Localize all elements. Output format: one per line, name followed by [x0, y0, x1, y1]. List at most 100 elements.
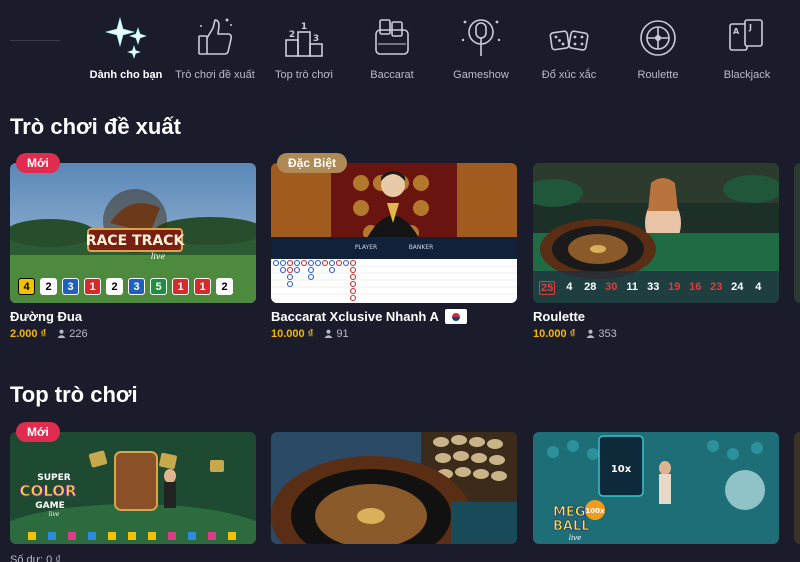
result-number: 24	[731, 281, 744, 293]
svg-text:100x: 100x	[585, 507, 605, 515]
game-thumbnail[interactable]: SUPER COLOR GAME live	[10, 432, 256, 544]
svg-text:live: live	[151, 252, 166, 261]
result-chip: 2	[106, 278, 123, 295]
category-baccarat[interactable]: Baccarat	[350, 12, 434, 82]
category-label: Top trò chơi	[275, 69, 333, 81]
svg-text:BALL: BALL	[553, 519, 590, 534]
result-chip: 1	[84, 278, 101, 295]
svg-text:BANKER: BANKER	[409, 244, 434, 251]
result-chip: 4	[18, 278, 35, 295]
category-label: Trò chơi đề xuất	[175, 69, 255, 81]
game-meta: 10.000 ₫ 91	[271, 328, 349, 340]
podium-icon: 12 3	[285, 22, 323, 57]
category-blackjack[interactable]: AJ Blackjack	[705, 12, 789, 82]
result-chip: 3	[128, 278, 145, 295]
category-label: Roulette	[637, 69, 679, 81]
roulette-wheel-icon	[640, 20, 676, 56]
svg-text:live: live	[569, 534, 582, 542]
result-chip: 1	[172, 278, 189, 295]
player-count: 353	[586, 328, 617, 340]
result-chip: 2	[216, 278, 233, 295]
recent-numbers: 25 4 28 30 11 33 19 16 23 24 4	[539, 281, 765, 295]
nav-divider	[10, 40, 60, 41]
player-count: 226	[57, 328, 88, 340]
svg-text:3: 3	[313, 34, 319, 44]
game-meta: 2.000 ₫ 226	[10, 328, 88, 340]
playing-cards-icon: AJ	[729, 19, 763, 51]
category-roulette[interactable]: Roulette	[616, 12, 700, 82]
result-number: 23	[710, 281, 723, 293]
svg-text:RACE TRACK: RACE TRACK	[86, 233, 186, 249]
user-icon	[57, 329, 66, 338]
korea-flag-icon	[444, 309, 467, 324]
result-chip: 1	[194, 278, 211, 295]
game-meta: 10.000 ₫ 353	[533, 328, 617, 340]
category-label: Blackjack	[723, 69, 771, 81]
result-number: 16	[689, 281, 702, 293]
dice-icon	[549, 30, 589, 51]
svg-text:J: J	[748, 23, 752, 32]
svg-text:A: A	[733, 27, 740, 36]
result-number: 30	[605, 281, 618, 293]
svg-text:live: live	[49, 511, 60, 518]
user-icon	[324, 329, 333, 338]
category-top-games[interactable]: 12 3 Top trò chơi	[262, 12, 346, 82]
result-number: 4	[566, 281, 573, 293]
section-title-top-games: Top trò chơi	[10, 382, 138, 407]
roulette-wheel-artwork	[271, 432, 517, 544]
svg-text:2: 2	[289, 30, 295, 40]
min-bet: 10.000 ₫	[271, 328, 314, 340]
category-label: Baccarat	[370, 69, 414, 81]
game-card-baccarat[interactable]: Đặc Biệt PLAYER BANKER Baccarat Xclusive…	[271, 153, 517, 340]
result-chip: 5	[150, 278, 167, 295]
svg-text:10x: 10x	[611, 464, 632, 475]
game-card-mega-ball[interactable]: 10x MEGA BALL 100x live	[533, 432, 779, 544]
mega-ball-artwork: 10x MEGA BALL 100x live	[533, 432, 779, 544]
recent-results: 4 2 3 1 2 3 5 1 1 2	[18, 278, 233, 295]
svg-text:1: 1	[301, 22, 307, 32]
player-count: 91	[324, 328, 349, 340]
result-number: 28	[584, 281, 597, 293]
min-bet: 10.000 ₫	[533, 328, 576, 340]
min-bet: 2.000 ₫	[10, 328, 47, 340]
result-number: 19	[668, 281, 681, 293]
category-for-you[interactable]: Dành cho bạn	[84, 12, 168, 82]
svg-text:GAME: GAME	[35, 501, 64, 511]
sparkles-icon	[104, 16, 147, 59]
game-thumbnail[interactable]: RACE TRACK live 4 2 3 1 2 3 5 1 1 2	[10, 163, 256, 303]
baccarat-artwork: PLAYER BANKER	[271, 163, 517, 303]
game-thumbnail[interactable]: PLAYER BANKER	[271, 163, 517, 303]
game-card-partial[interactable]	[794, 432, 800, 544]
result-chip: 3	[62, 278, 79, 295]
balance-partial: Số dư: 0 ₫	[10, 554, 61, 562]
game-thumbnail[interactable]: 10x MEGA BALL 100x live	[533, 432, 779, 544]
special-badge: Đặc Biệt	[277, 153, 348, 173]
game-card-super-color[interactable]: Mới SUPER COLOR GAME live Số dư: 0 ₫	[10, 422, 256, 562]
game-card-roulette-wheel[interactable]	[271, 432, 517, 544]
result-number: 25	[539, 281, 556, 295]
game-card-race-track[interactable]: Mới RACE TRACK live 4 2 3 1 2 3 5 1 1 2 …	[10, 153, 256, 340]
category-recommended[interactable]: Trò chơi đề xuất	[173, 12, 257, 82]
svg-text:COLOR: COLOR	[19, 482, 77, 500]
new-badge: Mới	[16, 153, 60, 173]
section-title-recommended: Trò chơi đề xuất	[10, 114, 181, 139]
game-thumbnail[interactable]	[271, 432, 517, 544]
baccarat-cards-icon	[375, 19, 409, 55]
game-title: Roulette	[533, 309, 585, 324]
svg-text:PLAYER: PLAYER	[355, 244, 377, 251]
result-number: 4	[755, 281, 762, 293]
category-dice[interactable]: Đổ xúc xắc	[527, 12, 611, 82]
user-icon	[586, 329, 595, 338]
result-number: 11	[626, 281, 639, 293]
game-title: Đường Đua	[10, 309, 83, 324]
game-card-partial[interactable]	[794, 163, 800, 303]
result-chip: 2	[40, 278, 57, 295]
category-gameshow[interactable]: Gameshow	[439, 12, 523, 82]
game-title: Baccarat Xclusive Nhanh A	[271, 309, 467, 324]
category-label: Đổ xúc xắc	[541, 69, 597, 81]
microphone-icon	[461, 19, 501, 56]
game-card-roulette[interactable]: 25 4 28 30 11 33 19 16 23 24 4 Roulette …	[533, 163, 779, 340]
game-thumbnail[interactable]: 25 4 28 30 11 33 19 16 23 24 4	[533, 163, 779, 303]
new-badge: Mới	[16, 422, 60, 442]
category-nav: Dành cho bạn Trò chơi đề xuất 12 3 Top tr…	[0, 0, 800, 100]
